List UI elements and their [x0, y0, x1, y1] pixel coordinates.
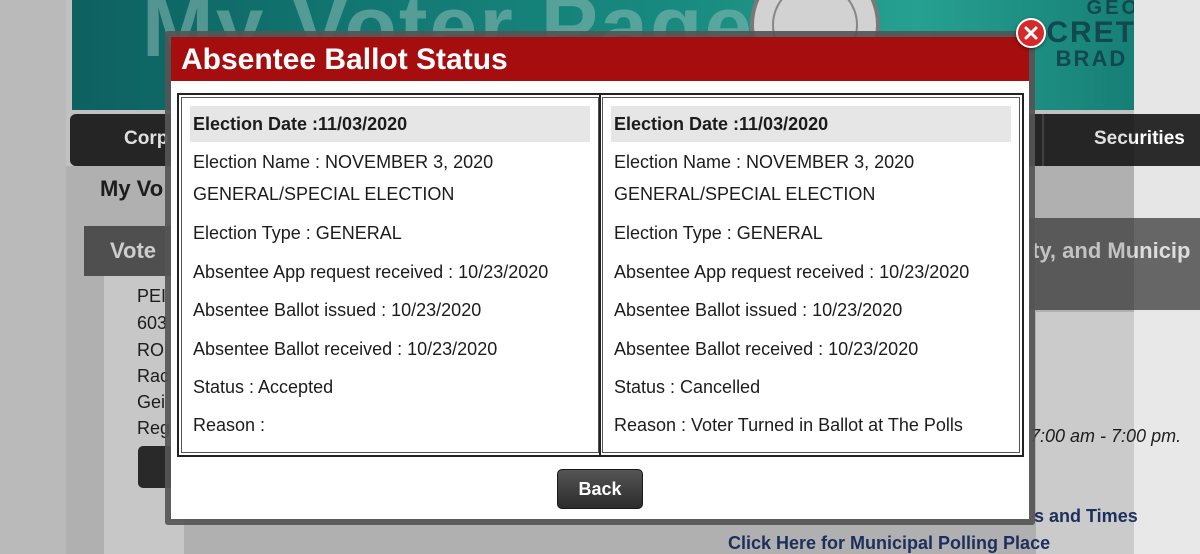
ballot-status-table: Election Date :11/03/2020 Election Name …: [177, 93, 1024, 457]
app-received: Absentee App request received : 10/23/20…: [614, 262, 970, 282]
back-button[interactable]: Back: [557, 469, 643, 509]
dialog-title: Absentee Ballot Status: [181, 43, 508, 76]
dialog-header: Absentee Ballot Status: [171, 37, 1029, 81]
election-type: Election Type : GENERAL: [614, 223, 823, 243]
ballot-status: Status : Accepted: [193, 377, 334, 397]
ballot-received: Absentee Ballot received : 10/23/2020: [193, 339, 498, 359]
election-name-cont: GENERAL/SPECIAL ELECTION: [614, 184, 876, 204]
election-type: Election Type : GENERAL: [193, 223, 402, 243]
election-date: Election Date :11/03/2020: [614, 114, 829, 134]
column-divider: [599, 95, 601, 457]
ballot-status: Status : Cancelled: [614, 377, 761, 397]
ballot-record: Election Date :11/03/2020 Election Name …: [602, 97, 1020, 453]
ballot-record: Election Date :11/03/2020 Election Name …: [181, 97, 599, 453]
ballot-issued: Absentee Ballot issued : 10/23/2020: [614, 300, 903, 320]
ballot-received: Absentee Ballot received : 10/23/2020: [614, 339, 919, 359]
election-name-cont: GENERAL/SPECIAL ELECTION: [193, 184, 455, 204]
close-button[interactable]: [1016, 18, 1046, 48]
election-name: Election Name : NOVEMBER 3, 2020: [614, 152, 915, 172]
ballot-issued: Absentee Ballot issued : 10/23/2020: [193, 300, 482, 320]
ballot-reason: Reason :: [193, 415, 266, 435]
election-name: Election Name : NOVEMBER 3, 2020: [193, 152, 494, 172]
absentee-status-dialog: Absentee Ballot Status Election Date :11…: [171, 37, 1029, 519]
app-received: Absentee App request received : 10/23/20…: [193, 262, 549, 282]
ballot-reason: Reason : Voter Turned in Ballot at The P…: [614, 415, 963, 435]
close-icon: [1024, 26, 1038, 40]
election-date: Election Date :11/03/2020: [193, 114, 408, 134]
